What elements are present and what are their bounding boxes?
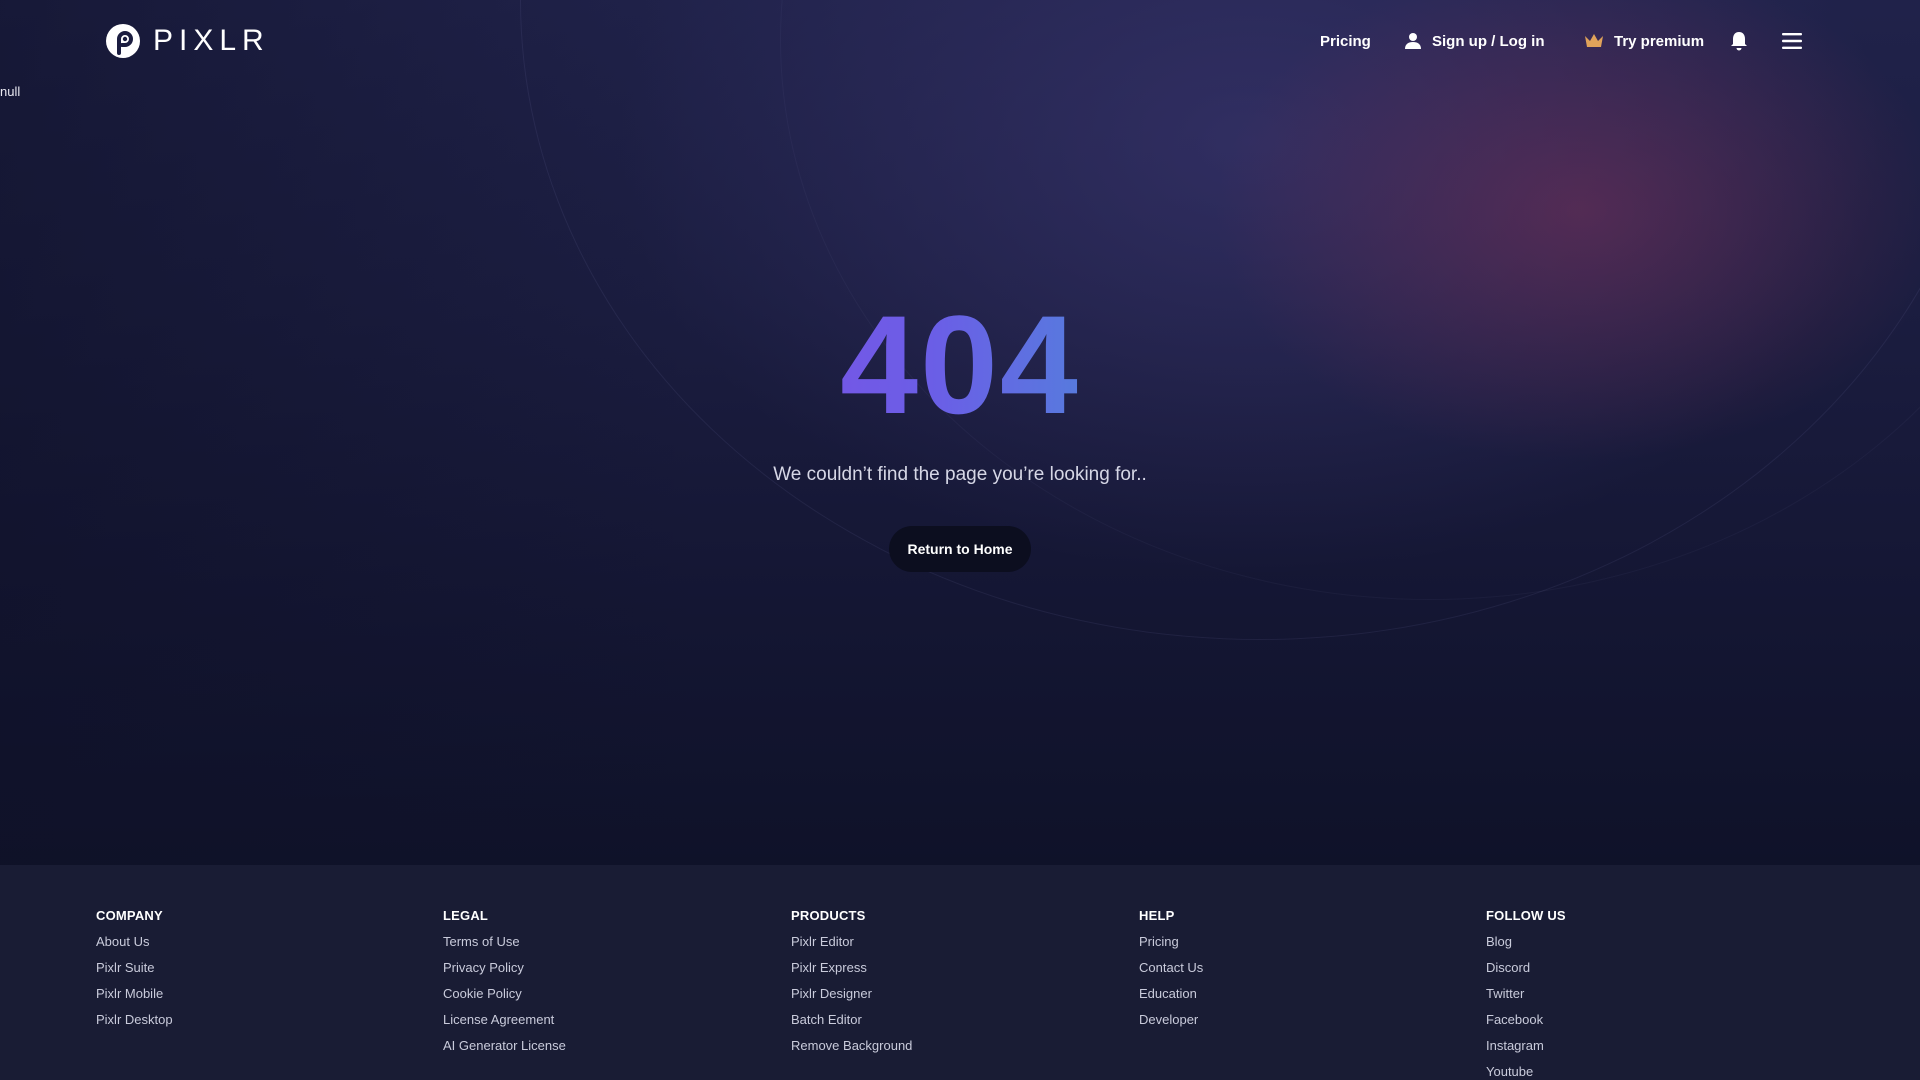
page: PIXLR Pricing Sign up / Log in Try premi… [0,0,1920,1080]
footer-link-pixlr-editor[interactable]: Pixlr Editor [791,933,1091,951]
pixlr-logo[interactable]: PIXLR [105,22,270,60]
footer-link-discord[interactable]: Discord [1486,959,1786,977]
footer-link-twitter[interactable]: Twitter [1486,985,1786,1003]
footer-link-youtube[interactable]: Youtube [1486,1063,1786,1080]
footer-link-developer[interactable]: Developer [1139,1011,1439,1029]
footer-heading: FOLLOW US [1486,908,1566,923]
bell-icon [1731,32,1747,51]
footer-link-contact-us[interactable]: Contact Us [1139,959,1439,977]
footer: COMPANY About Us Pixlr Suite Pixlr Mobil… [0,865,1920,1080]
footer-link-about-us[interactable]: About Us [96,933,396,951]
footer-link-privacy-policy[interactable]: Privacy Policy [443,959,743,977]
footer-link-ai-generator-license[interactable]: AI Generator License [443,1037,743,1055]
footer-link-education[interactable]: Education [1139,985,1439,1003]
footer-link-pixlr-mobile[interactable]: Pixlr Mobile [96,985,396,1003]
footer-link-pixlr-designer[interactable]: Pixlr Designer [791,985,1091,1003]
main-menu-button[interactable] [1782,26,1802,56]
try-premium-label: Try premium [1614,32,1705,50]
footer-link-license-agreement[interactable]: License Agreement [443,1011,743,1029]
footer-link-cookie-policy[interactable]: Cookie Policy [443,985,743,1003]
return-to-home-button[interactable]: Return to Home [889,526,1031,572]
footer-heading: PRODUCTS [791,908,866,923]
footer-link-batch-editor[interactable]: Batch Editor [791,1011,1091,1029]
footer-link-pixlr-express[interactable]: Pixlr Express [791,959,1091,977]
footer-column-legal: LEGAL Terms of Use Privacy Policy Cookie… [443,907,743,1063]
footer-heading: COMPANY [96,908,163,923]
user-icon [1405,33,1421,49]
footer-link-pixlr-desktop[interactable]: Pixlr Desktop [96,1011,396,1029]
footer-link-remove-background[interactable]: Remove Background [791,1037,1091,1055]
footer-link-terms-of-use[interactable]: Terms of Use [443,933,743,951]
footer-heading: HELP [1139,908,1175,923]
error-code-404: 404 [760,290,1160,440]
footer-heading: LEGAL [443,908,489,923]
try-premium-button[interactable]: Try premium [1584,26,1704,56]
sign-up-login-label: Sign up / Log in [1432,32,1545,50]
footer-column-company: COMPANY About Us Pixlr Suite Pixlr Mobil… [96,907,396,1037]
pixlr-logo-icon [106,24,140,58]
crown-icon [1585,34,1603,47]
footer-column-products: PRODUCTS Pixlr Editor Pixlr Express Pixl… [791,907,1091,1063]
error-message: We couldn’t find the page you’re looking… [773,464,1147,485]
hamburger-menu-icon [1782,33,1802,49]
footer-link-facebook[interactable]: Facebook [1486,1011,1786,1029]
footer-link-pixlr-suite[interactable]: Pixlr Suite [96,959,396,977]
footer-column-help: HELP Pricing Contact Us Education Develo… [1139,907,1439,1037]
logo-wordmark: PIXLR [153,24,270,57]
top-navigation: PIXLR Pricing Sign up / Log in Try premi… [0,0,1920,84]
footer-link-blog[interactable]: Blog [1486,933,1786,951]
footer-link-instagram[interactable]: Instagram [1486,1037,1786,1055]
footer-column-follow-us: FOLLOW US Blog Discord Twitter Facebook … [1486,907,1786,1080]
footer-link-pricing[interactable]: Pricing [1139,933,1439,951]
debug-null-text: null [0,84,21,99]
notifications-button[interactable] [1730,26,1748,56]
sign-up-login-button[interactable]: Sign up / Log in [1404,26,1544,56]
nav-pricing-link[interactable]: Pricing [1320,26,1371,56]
